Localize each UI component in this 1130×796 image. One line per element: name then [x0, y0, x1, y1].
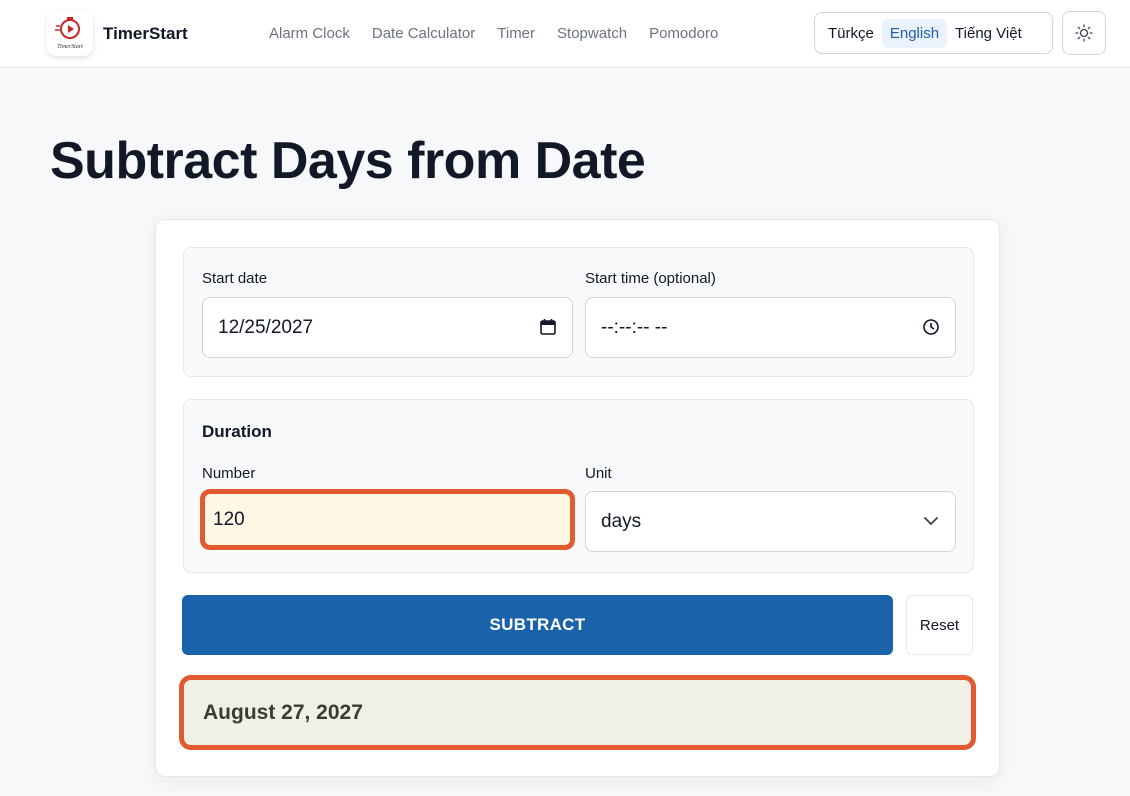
duration-panel: Duration Number 120 Unit days: [183, 399, 974, 573]
stopwatch-logo-icon: [55, 17, 80, 39]
start-time-input[interactable]: --:--:-- --: [585, 297, 956, 358]
logo[interactable]: TimerStart: [47, 10, 93, 56]
number-value: 120: [213, 508, 245, 530]
start-time-value: --:--:-- --: [601, 316, 668, 338]
duration-title: Duration: [202, 422, 272, 441]
start-date-label: Start date: [202, 270, 268, 287]
result-box: August 27, 2027: [179, 675, 976, 750]
theme-toggle-button[interactable]: [1062, 11, 1106, 55]
subtract-button[interactable]: SUBTRACT: [182, 595, 893, 655]
number-label: Number: [202, 465, 256, 482]
page-title: Subtract Days from Date: [50, 132, 646, 190]
lang-turkish[interactable]: Türkçe: [820, 19, 882, 48]
unit-label: Unit: [585, 465, 612, 482]
start-time-label: Start time (optional): [585, 270, 716, 287]
start-panel: Start date 12/25/2027 Start time (option…: [183, 247, 974, 377]
unit-select[interactable]: days: [585, 491, 956, 552]
nav-timer[interactable]: Timer: [497, 25, 535, 42]
top-header: TimerStart TimerStart Alarm Clock Date C…: [0, 0, 1130, 68]
nav-pomodoro[interactable]: Pomodoro: [649, 25, 718, 42]
reset-button[interactable]: Reset: [906, 595, 973, 655]
logo-text: TimerStart: [57, 44, 83, 50]
start-date-value: 12/25/2027: [218, 316, 314, 338]
start-date-input[interactable]: 12/25/2027: [202, 297, 573, 358]
lang-english[interactable]: English: [881, 18, 948, 48]
lang-vietnamese[interactable]: Tiếng Việt: [947, 19, 1030, 48]
calendar-icon[interactable]: [539, 318, 557, 336]
nav-date-calculator[interactable]: Date Calculator: [372, 25, 475, 42]
language-switcher: Türkçe English Tiếng Việt: [814, 12, 1053, 54]
sun-icon: [1075, 24, 1093, 42]
clock-icon[interactable]: [922, 318, 940, 336]
calculator-card: Start date 12/25/2027 Start time (option…: [155, 219, 1000, 777]
chevron-down-icon: [924, 517, 938, 525]
nav-stopwatch[interactable]: Stopwatch: [557, 25, 627, 42]
brand-name[interactable]: TimerStart: [103, 24, 188, 44]
result-text: August 27, 2027: [203, 700, 363, 724]
nav-alarm-clock[interactable]: Alarm Clock: [269, 25, 350, 42]
main-nav: Alarm Clock Date Calculator Timer Stopwa…: [269, 25, 740, 42]
unit-value: days: [601, 510, 642, 532]
number-input[interactable]: 120: [200, 489, 575, 550]
